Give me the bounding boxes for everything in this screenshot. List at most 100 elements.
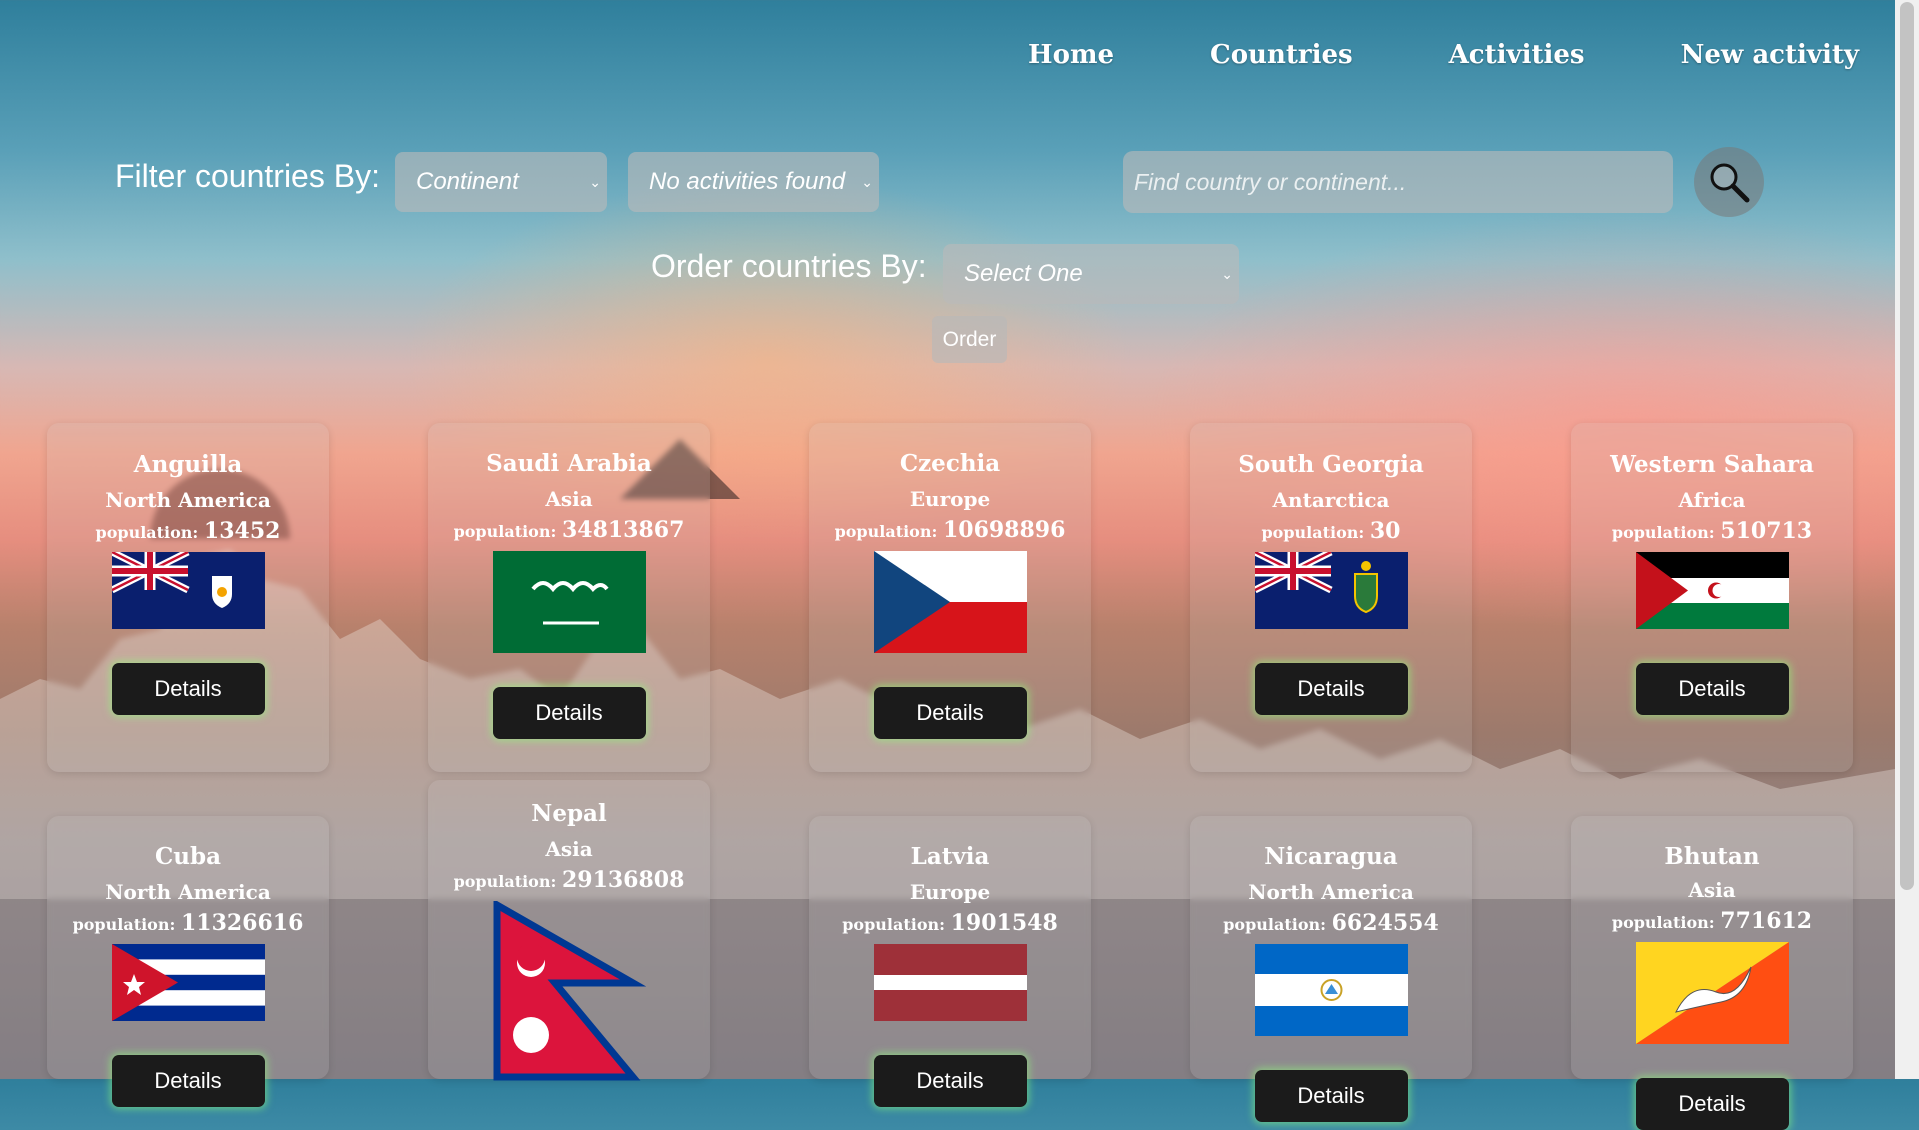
country-name: Cuba bbox=[154, 843, 221, 870]
population-value: 11326616 bbox=[180, 910, 304, 936]
nepal-flag bbox=[493, 901, 646, 1081]
country-continent: Africa bbox=[1678, 488, 1746, 512]
latvia-flag bbox=[873, 944, 1027, 1021]
chevron-down-icon: ⌄ bbox=[589, 174, 601, 190]
population-label: population: bbox=[842, 915, 946, 934]
country-continent: Asia bbox=[1688, 878, 1736, 902]
search-placeholder: Find country or continent... bbox=[1134, 168, 1407, 195]
continent-select-value: Continent bbox=[416, 168, 519, 195]
saudi-arabia-flag bbox=[492, 551, 646, 653]
country-name: Nicaragua bbox=[1264, 843, 1398, 870]
top-navigation: Home Countries Activities New activity bbox=[1028, 40, 1859, 70]
population-value: 6624554 bbox=[1331, 910, 1439, 936]
population-label: population: bbox=[1611, 523, 1715, 542]
country-population: population: 771612 bbox=[1571, 908, 1853, 934]
population-value: 771612 bbox=[1720, 908, 1813, 934]
nav-home-link[interactable]: Home bbox=[1028, 40, 1114, 70]
population-label: population: bbox=[95, 523, 199, 542]
population-label: population: bbox=[72, 915, 176, 934]
country-population: population: 30 bbox=[1190, 518, 1472, 544]
nav-countries-link[interactable]: Countries bbox=[1210, 40, 1353, 70]
population-value: 30 bbox=[1369, 518, 1401, 544]
population-label: population: bbox=[453, 522, 557, 541]
country-continent: Asia bbox=[545, 487, 593, 511]
vertical-scrollbar[interactable] bbox=[1895, 0, 1919, 1079]
country-card: Saudi Arabia Asia population: 34813867 D… bbox=[428, 423, 710, 772]
country-name: South Georgia bbox=[1238, 451, 1424, 478]
western-sahara-flag bbox=[1635, 552, 1789, 629]
country-continent: Europe bbox=[909, 487, 991, 511]
country-population: population: 11326616 bbox=[47, 910, 329, 936]
country-continent: North America bbox=[105, 880, 271, 904]
details-button[interactable]: Details bbox=[1254, 663, 1408, 715]
details-button[interactable]: Details bbox=[1254, 1070, 1408, 1122]
nav-activities-link[interactable]: Activities bbox=[1449, 40, 1585, 70]
country-card: South Georgia Antarctica population: 30 … bbox=[1190, 423, 1472, 772]
country-name: Western Sahara bbox=[1610, 451, 1814, 478]
details-button[interactable]: Details bbox=[111, 663, 265, 715]
country-name: Czechia bbox=[899, 450, 1001, 477]
population-label: population: bbox=[1223, 915, 1327, 934]
country-name: Bhutan bbox=[1664, 843, 1760, 870]
country-name: Saudi Arabia bbox=[486, 450, 652, 477]
country-card: Anguilla North America population: 13452… bbox=[47, 423, 329, 772]
chevron-down-icon: ⌄ bbox=[1221, 266, 1233, 282]
country-population: population: 6624554 bbox=[1190, 910, 1472, 936]
population-value: 13452 bbox=[203, 518, 281, 544]
population-label: population: bbox=[1611, 913, 1715, 932]
country-population: population: 34813867 bbox=[428, 517, 710, 543]
country-population: population: 510713 bbox=[1571, 518, 1853, 544]
population-value: 29136808 bbox=[561, 867, 685, 893]
country-name: Latvia bbox=[910, 843, 990, 870]
order-select-value: Select One bbox=[964, 260, 1083, 287]
country-card: Bhutan Asia population: 771612 Details bbox=[1571, 816, 1853, 1130]
bhutan-flag bbox=[1635, 942, 1789, 1044]
country-continent: North America bbox=[1248, 880, 1414, 904]
population-label: population: bbox=[834, 522, 938, 541]
country-population: population: 29136808 bbox=[428, 867, 710, 893]
country-population: population: 1901548 bbox=[809, 910, 1091, 936]
country-card: Western Sahara Africa population: 510713… bbox=[1571, 423, 1853, 772]
scrollbar-thumb[interactable] bbox=[1900, 2, 1914, 890]
country-name: Anguilla bbox=[133, 451, 243, 478]
country-continent: Europe bbox=[909, 880, 991, 904]
country-card: Latvia Europe population: 1901548 Detail… bbox=[809, 816, 1091, 1107]
population-value: 510713 bbox=[1720, 518, 1813, 544]
details-button[interactable]: Details bbox=[873, 687, 1027, 739]
country-population: population: 13452 bbox=[47, 518, 329, 544]
details-button[interactable]: Details bbox=[873, 1055, 1027, 1107]
activities-select-value: No activities found bbox=[649, 168, 846, 195]
search-icon bbox=[1710, 163, 1750, 203]
population-label: population: bbox=[453, 872, 557, 891]
continent-select[interactable]: Continent ⌄ bbox=[395, 152, 607, 212]
filter-label: Filter countries By: bbox=[115, 158, 380, 194]
country-card: Czechia Europe population: 10698896 Deta… bbox=[809, 423, 1091, 772]
country-card: Nicaragua North America population: 6624… bbox=[1190, 816, 1472, 1122]
population-value: 34813867 bbox=[561, 517, 685, 543]
chevron-down-icon: ⌄ bbox=[861, 174, 873, 190]
details-button[interactable]: Details bbox=[1635, 1078, 1789, 1130]
cuba-flag bbox=[111, 944, 265, 1021]
czechia-flag bbox=[873, 551, 1027, 653]
search-input[interactable]: Find country or continent... bbox=[1123, 151, 1673, 213]
population-value: 1901548 bbox=[950, 910, 1058, 936]
country-continent: Antarctica bbox=[1272, 488, 1390, 512]
order-label: Order countries By: bbox=[651, 248, 927, 284]
country-name: Nepal bbox=[531, 800, 607, 827]
country-card: Cuba North America population: 11326616 … bbox=[47, 816, 329, 1107]
country-continent: North America bbox=[105, 488, 271, 512]
nav-new-activity-link[interactable]: New activity bbox=[1681, 40, 1859, 70]
nicaragua-flag bbox=[1254, 944, 1408, 1036]
population-label: population: bbox=[1261, 523, 1365, 542]
details-button[interactable]: Details bbox=[111, 1055, 265, 1107]
details-button[interactable]: Details bbox=[1635, 663, 1789, 715]
country-population: population: 10698896 bbox=[809, 517, 1091, 543]
order-select[interactable]: Select One ⌄ bbox=[943, 244, 1239, 304]
activities-select[interactable]: No activities found ⌄ bbox=[628, 152, 879, 212]
country-card: Nepal Asia population: 29136808 bbox=[428, 780, 710, 1081]
country-continent: Asia bbox=[545, 837, 593, 861]
order-button[interactable]: Order bbox=[932, 316, 1007, 363]
search-button[interactable] bbox=[1694, 147, 1764, 217]
details-button[interactable]: Details bbox=[492, 687, 646, 739]
anguilla-flag bbox=[111, 552, 265, 629]
